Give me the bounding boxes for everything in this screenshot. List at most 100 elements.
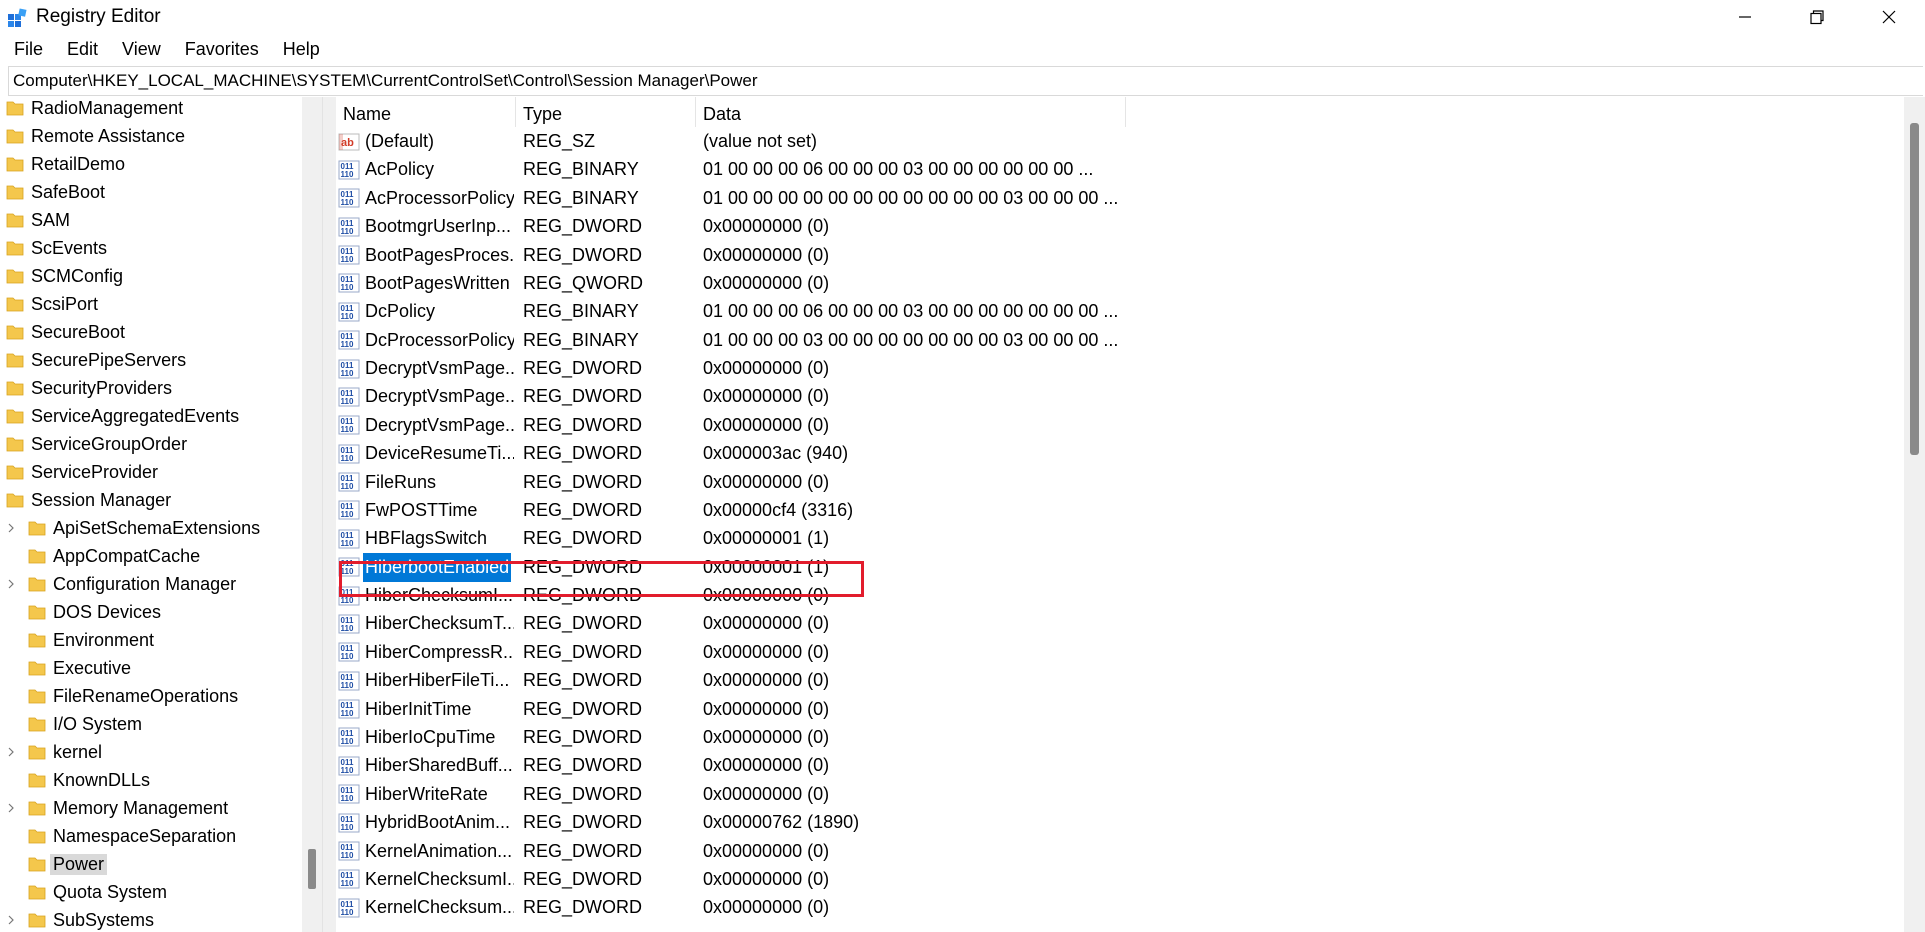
value-row[interactable]: ab (Default) REG_SZ (value not set) (336, 127, 1436, 156)
value-row[interactable]: 011 110 KernelChecksum... REG_DWORD 0x000000… (336, 893, 1436, 922)
value-row[interactable]: 011 110 HiberSharedBuff... REG_DWORD 0x00000… (336, 751, 1436, 780)
tree-item[interactable]: Executive (28, 654, 131, 682)
value-name-cell: 011 110 FileRuns (338, 468, 514, 497)
value-name: AcProcessorPolicy (365, 187, 514, 208)
folder-icon (28, 773, 46, 788)
value-data: 0x00000000 (0) (703, 244, 830, 265)
value-row[interactable]: 011 110 HiberHiberFileTi... REG_DWORD 0x0000… (336, 666, 1436, 695)
value-row[interactable]: 011 110 BootPagesProces... REG_DWORD 0x00000… (336, 241, 1436, 270)
menu-favorites[interactable]: Favorites (171, 37, 269, 63)
chevron-right-icon[interactable] (6, 747, 16, 757)
column-header-data[interactable]: Data (696, 97, 1126, 127)
minimize-button[interactable] (1710, 0, 1780, 34)
tree-item[interactable]: ServiceProvider (6, 458, 158, 486)
value-row[interactable]: 011 110 BootPagesWritten REG_QWORD 0x0000000… (336, 269, 1436, 298)
list-scrollbar-thumb[interactable] (1910, 123, 1919, 455)
tree-item[interactable]: DOS Devices (28, 598, 161, 626)
value-row[interactable]: 011 110 HiberCompressR... REG_DWORD 0x000000… (336, 638, 1436, 667)
value-name-cell: 011 110 HiberChecksumI... (338, 581, 514, 610)
value-row[interactable]: 011 110 HBFlagsSwitch REG_DWORD 0x00000001 (… (336, 524, 1436, 553)
values-list[interactable]: Name Type Data ab (Default) REG_SZ (value n… (336, 97, 1904, 932)
value-row[interactable]: 011 110 FileRuns REG_DWORD 0x00000000 (0) (336, 468, 1436, 497)
tree-item[interactable]: ScsiPort (6, 290, 98, 318)
value-name-cell: 011 110 BootPagesProces... (338, 241, 514, 270)
tree-item[interactable]: Configuration Manager (8, 570, 236, 598)
svg-text:110: 110 (341, 397, 354, 406)
chevron-right-icon[interactable] (6, 803, 16, 813)
value-name-cell: 011 110 HiberSharedBuff... (338, 751, 514, 780)
key-tree[interactable]: RadioManagement Remote Assistance RetailDe… (0, 97, 322, 932)
value-row[interactable]: 011 110 HiberChecksumT... REG_DWORD 0x000000… (336, 609, 1436, 638)
tree-item[interactable]: SCMConfig (6, 262, 123, 290)
menu-help[interactable]: Help (269, 37, 330, 63)
value-row[interactable]: 011 110 DecryptVsmPage... REG_DWORD 0x000000… (336, 354, 1436, 383)
tree-item[interactable]: KnownDLLs (28, 766, 150, 794)
chevron-right-icon[interactable] (6, 523, 16, 533)
tree-item[interactable]: Remote Assistance (6, 122, 185, 150)
value-row[interactable]: 011 110 AcProcessorPolicy REG_BINARY 01 00 0… (336, 184, 1436, 213)
value-row[interactable]: 011 110 DcProcessorPolicy REG_BINARY 01 00 0… (336, 326, 1436, 355)
value-row[interactable]: 011 110 HiberWriteRate REG_DWORD 0x00000000 … (336, 780, 1436, 809)
tree-item[interactable]: AppCompatCache (28, 542, 200, 570)
value-row[interactable]: 011 110 BootmgrUserInp... REG_DWORD 0x000000… (336, 212, 1436, 241)
address-bar[interactable]: Computer\HKEY_LOCAL_MACHINE\SYSTEM\Curre… (8, 66, 1923, 96)
binary-value-icon: 011110 (338, 671, 360, 691)
tree-item[interactable]: SecureBoot (6, 318, 125, 346)
value-row[interactable]: 011 110 DecryptVsmPage... REG_DWORD 0x000000… (336, 411, 1436, 440)
tree-item[interactable]: Environment (28, 626, 154, 654)
value-row[interactable]: 011 110 HiberIoCpuTime REG_DWORD 0x00000000 … (336, 723, 1436, 752)
chevron-right-icon[interactable] (6, 915, 16, 925)
value-row[interactable]: 011 110 DcPolicy REG_BINARY 01 00 00 00 06 0… (336, 297, 1436, 326)
tree-item[interactable]: ScEvents (6, 234, 107, 262)
restore-button[interactable] (1782, 0, 1852, 34)
close-button[interactable] (1854, 0, 1924, 34)
value-row[interactable]: 011 110 FwPOSTTime REG_DWORD 0x00000cf4 (331… (336, 496, 1436, 525)
tree-item[interactable]: kernel (8, 738, 103, 766)
tree-scrollbar-thumb[interactable] (308, 849, 316, 889)
tree-item[interactable]: SubSystems (8, 906, 154, 932)
chevron-right-icon[interactable] (6, 579, 16, 589)
tree-item[interactable]: I/O System (28, 710, 142, 738)
tree-item[interactable]: RetailDemo (6, 150, 125, 178)
tree-scrollbar[interactable] (302, 97, 322, 932)
pane-splitter[interactable] (322, 97, 336, 932)
value-type: REG_DWORD (523, 783, 643, 804)
value-row[interactable]: 011 110 KernelAnimation... REG_DWORD 0x00000… (336, 837, 1436, 866)
tree-item[interactable]: FileRenameOperations (28, 682, 238, 710)
column-header-type[interactable]: Type (516, 97, 696, 127)
value-name-cell: 011 110 HybridBootAnim... (338, 808, 514, 837)
value-row[interactable]: 011 110 KernelChecksumI... REG_DWORD 0x00000… (336, 865, 1436, 894)
tree-item[interactable]: ApiSetSchemaExtensions (8, 514, 260, 542)
value-row[interactable]: 011 110 DeviceResumeTi... REG_DWORD 0x000003… (336, 439, 1436, 468)
value-row[interactable]: 011 110 HiberbootEnabled REG_DWORD 0x0000000… (336, 552, 1436, 582)
value-row[interactable]: 011 110 HiberInitTime REG_DWORD 0x00000000 (… (336, 695, 1436, 724)
tree-item[interactable]: Memory Management (8, 794, 228, 822)
value-name-cell: 011 110 HiberHiberFileTi... (338, 666, 514, 695)
value-row[interactable]: 011 110 HiberChecksumI... REG_DWORD 0x000000… (336, 581, 1436, 610)
tree-item[interactable]: NamespaceSeparation (28, 822, 236, 850)
tree-item[interactable]: Session Manager (6, 486, 171, 514)
tree-item[interactable]: SecurePipeServers (6, 346, 186, 374)
tree-item[interactable]: RadioManagement (6, 97, 183, 122)
svg-text:110: 110 (341, 681, 354, 690)
menu-view[interactable]: View (108, 37, 171, 63)
value-row[interactable]: 011 110 HybridBootAnim... REG_DWORD 0x000007… (336, 808, 1436, 837)
tree-item[interactable]: Power (28, 850, 108, 878)
value-name-cell: 011 110 HiberbootEnabled (338, 552, 514, 582)
folder-icon (28, 521, 46, 536)
list-scrollbar[interactable] (1904, 97, 1925, 932)
column-header-name[interactable]: Name (336, 97, 516, 127)
tree-item[interactable]: SAM (6, 206, 70, 234)
value-row[interactable]: 011 110 AcPolicy REG_BINARY 01 00 00 00 06 0… (336, 155, 1436, 184)
value-row[interactable]: 011 110 DecryptVsmPage... REG_DWORD 0x000000… (336, 382, 1436, 411)
tree-item-label: RadioManagement (31, 97, 184, 118)
menu-file[interactable]: File (0, 37, 53, 63)
tree-item[interactable]: Quota System (28, 878, 167, 906)
tree-item-label: kernel (53, 741, 103, 762)
value-name: DeviceResumeTi... (365, 443, 514, 464)
menu-edit[interactable]: Edit (53, 37, 108, 63)
tree-item[interactable]: SecurityProviders (6, 374, 172, 402)
tree-item[interactable]: ServiceGroupOrder (6, 430, 187, 458)
tree-item[interactable]: ServiceAggregatedEvents (6, 402, 239, 430)
tree-item[interactable]: SafeBoot (6, 178, 105, 206)
